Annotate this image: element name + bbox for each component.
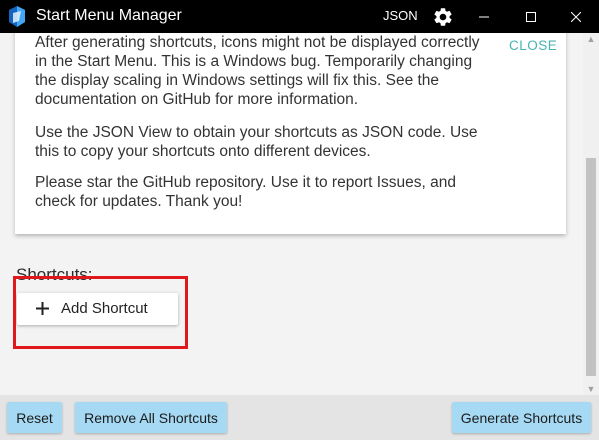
close-window-button[interactable] [553,0,599,33]
minimize-icon [479,16,489,17]
maximize-button[interactable] [508,0,554,33]
close-icon [571,11,581,22]
close-notice-button[interactable]: CLOSE [509,38,557,53]
scroll-thumb[interactable] [586,158,596,376]
title-bar[interactable]: Start Menu Manager JSON [0,0,599,33]
reset-button[interactable]: Reset [7,402,62,433]
vertical-scrollbar[interactable]: ▲ ▼ [583,33,599,395]
notice-card: After generating shortcuts, icons might … [15,33,566,234]
footer-bar: Reset Remove All Shortcuts Generate Shor… [0,395,599,440]
maximize-icon [526,11,536,22]
notice-paragraph-json: Use the JSON View to obtain your shortcu… [35,124,478,160]
app-window: Start Menu Manager JSON After generating… [0,0,599,440]
gear-icon[interactable] [432,6,454,28]
notice-paragraph-scaling: After generating shortcuts, icons might … [35,34,480,108]
highlight-box [13,276,188,349]
main-content: After generating shortcuts, icons might … [0,33,583,395]
notice-paragraph-github: Please star the GitHub repository. Use i… [35,174,456,210]
app-logo-icon [9,6,25,27]
minimize-button[interactable] [461,0,507,33]
remove-all-shortcuts-button[interactable]: Remove All Shortcuts [75,402,227,433]
scroll-down-arrow-icon[interactable]: ▼ [583,383,599,395]
json-view-button[interactable]: JSON [383,8,418,23]
window-title: Start Menu Manager [36,7,182,24]
generate-shortcuts-button[interactable]: Generate Shortcuts [452,402,591,433]
scroll-up-arrow-icon[interactable]: ▲ [583,33,599,45]
